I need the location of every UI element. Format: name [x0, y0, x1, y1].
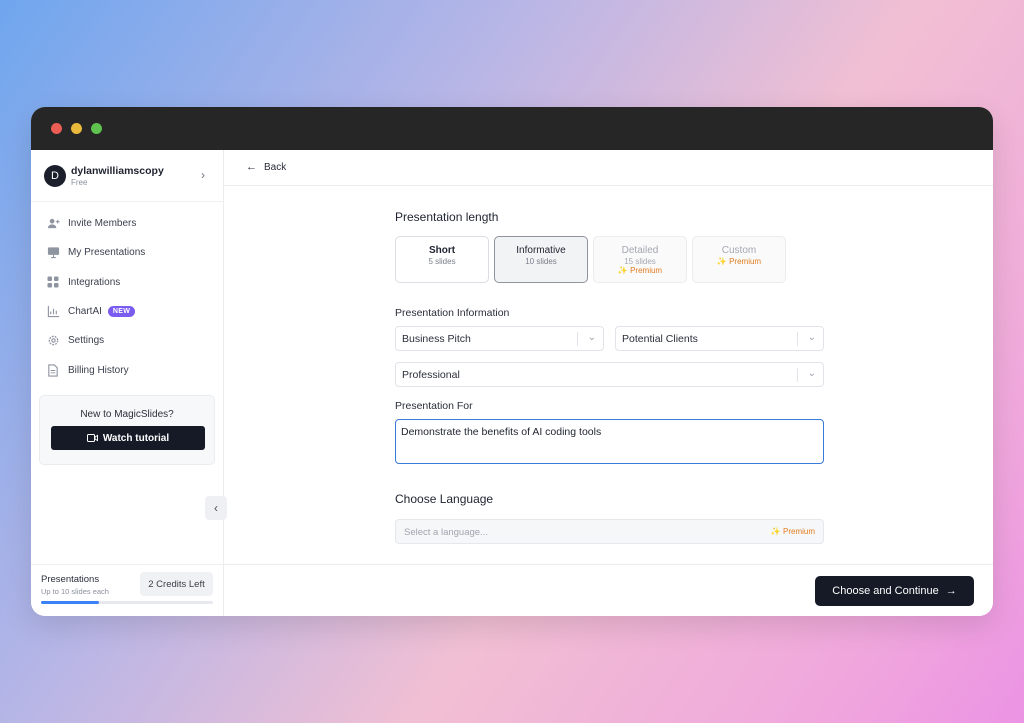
- presentation-information-title: Presentation Information: [395, 307, 510, 319]
- choose-and-continue-button[interactable]: Choose and Continue →: [815, 576, 974, 606]
- chevron-down-icon: ⌄: [807, 368, 816, 379]
- back-label: Back: [264, 161, 287, 173]
- choose-language-title: Choose Language: [395, 492, 494, 506]
- length-option-informative[interactable]: Informative 10 slides: [494, 236, 588, 283]
- audience-select[interactable]: Potential Clients ⌄: [615, 326, 824, 351]
- chevron-down-icon: ⌄: [807, 332, 816, 343]
- length-option-custom[interactable]: Custom ✨ Premium: [692, 236, 786, 283]
- tone-select[interactable]: Professional ⌄: [395, 362, 824, 387]
- document-icon: [46, 363, 60, 377]
- option-slides: 15 slides: [624, 257, 656, 266]
- usage-progress-fill: [41, 601, 100, 604]
- tutorial-title: New to MagicSlides?: [80, 409, 174, 420]
- sidebar-item-label: Billing History: [68, 364, 129, 376]
- select-divider: [797, 332, 798, 346]
- footer-bar: Choose and Continue →: [224, 564, 993, 616]
- premium-label: ✨ Premium: [617, 266, 663, 275]
- minimize-window-button[interactable]: [71, 123, 82, 134]
- presentations-usage: Presentations Up to 10 slides each 2 Cre…: [31, 564, 224, 616]
- sidebar-item-integrations[interactable]: Integrations: [46, 272, 211, 292]
- presentation-for-textarea[interactable]: Demonstrate the benefits of AI coding to…: [395, 419, 824, 464]
- premium-label: ✨ Premium: [716, 257, 762, 266]
- presentation-length-title: Presentation length: [395, 210, 499, 224]
- chevron-right-icon: ›: [201, 168, 205, 182]
- usage-subtitle: Up to 10 slides each: [41, 587, 109, 596]
- video-icon: [86, 434, 98, 442]
- user-plus-icon: [46, 216, 60, 230]
- option-name: Short: [428, 245, 456, 256]
- usage-title: Presentations: [41, 574, 100, 585]
- sidebar-item-label: Invite Members: [68, 217, 137, 229]
- sidebar-item-chartai[interactable]: ChartAI NEW: [46, 301, 211, 321]
- user-name: dylanwilliamscopy: [71, 165, 164, 177]
- sidebar-item-label: ChartAI: [68, 305, 102, 317]
- premium-label: ✨ Premium: [770, 527, 815, 536]
- user-plan: Free: [71, 178, 88, 187]
- app-body: D dylanwilliamscopy Free › Invite Member…: [31, 150, 993, 616]
- presentation-for-title: Presentation For: [395, 400, 473, 412]
- credits-left-badge[interactable]: 2 Credits Left: [140, 572, 213, 596]
- option-slides: 5 slides: [428, 257, 456, 266]
- language-placeholder: Select a language...: [404, 527, 488, 538]
- length-option-short[interactable]: Short 5 slides: [395, 236, 489, 283]
- main-content: ← Back Presentation length Short 5 slide…: [224, 150, 993, 616]
- sidebar-item-billing-history[interactable]: Billing History: [46, 360, 211, 380]
- maximize-window-button[interactable]: [91, 123, 102, 134]
- arrow-right-icon: →: [945, 585, 957, 597]
- chevron-down-icon: ⌄: [587, 332, 596, 343]
- sidebar-item-label: My Presentations: [68, 246, 146, 258]
- chevron-left-icon: ‹: [214, 501, 218, 515]
- select-value: Potential Clients: [622, 333, 698, 345]
- avatar: D: [44, 165, 66, 187]
- select-divider: [797, 368, 798, 382]
- option-slides: 10 slides: [525, 257, 557, 266]
- top-bar: ← Back: [224, 150, 993, 186]
- chart-icon: [46, 304, 60, 318]
- title-bar: [31, 107, 993, 150]
- length-option-detailed[interactable]: Detailed 15 slides ✨ Premium: [593, 236, 687, 283]
- watch-tutorial-label: Watch tutorial: [102, 432, 170, 444]
- sidebar-item-label: Settings: [68, 334, 105, 346]
- close-window-button[interactable]: [51, 123, 62, 134]
- presentation-icon: [46, 245, 60, 259]
- arrow-left-icon: ←: [246, 161, 257, 173]
- sidebar-item-settings[interactable]: Settings: [46, 330, 211, 350]
- watch-tutorial-button[interactable]: Watch tutorial: [51, 426, 205, 450]
- option-name: Custom: [721, 245, 757, 256]
- tutorial-card: New to MagicSlides? Watch tutorial: [39, 395, 215, 465]
- gear-icon: [46, 333, 60, 347]
- option-name: Informative: [516, 245, 566, 256]
- grid-icon: [46, 275, 60, 289]
- sidebar: D dylanwilliamscopy Free › Invite Member…: [31, 150, 224, 616]
- language-select[interactable]: Select a language... ✨ Premium: [395, 519, 824, 544]
- presentation-type-select[interactable]: Business Pitch ⌄: [395, 326, 604, 351]
- app-window: D dylanwilliamscopy Free › Invite Member…: [31, 107, 993, 616]
- sidebar-item-label: Integrations: [68, 276, 121, 288]
- select-value: Professional: [402, 369, 460, 381]
- select-divider: [577, 332, 578, 346]
- user-profile[interactable]: D dylanwilliamscopy Free ›: [31, 150, 224, 202]
- continue-label: Choose and Continue: [832, 585, 939, 597]
- usage-progress-bar: [41, 601, 213, 604]
- option-name: Detailed: [621, 245, 659, 256]
- new-badge: NEW: [107, 305, 136, 317]
- select-value: Business Pitch: [402, 333, 471, 345]
- back-button[interactable]: ← Back: [246, 161, 286, 173]
- sidebar-item-my-presentations[interactable]: My Presentations: [46, 242, 211, 262]
- sidebar-item-invite-members[interactable]: Invite Members: [46, 213, 211, 233]
